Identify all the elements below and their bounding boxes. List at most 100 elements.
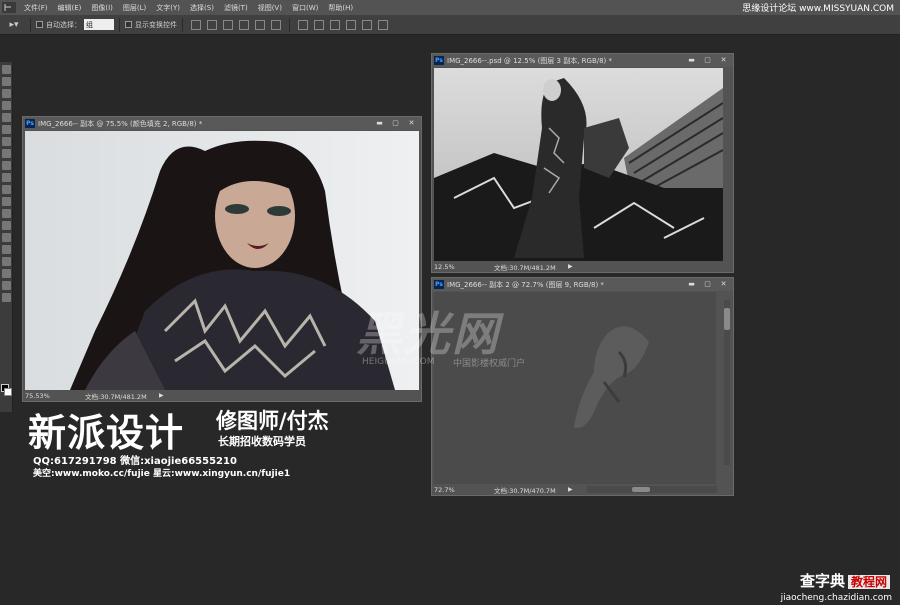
menu-type[interactable]: 文字(Y): [151, 3, 185, 13]
maximize-button[interactable]: ▢: [701, 279, 714, 289]
maximize-button[interactable]: ▢: [389, 118, 402, 128]
footer-logo-text: 查字典: [799, 572, 845, 590]
scrollbar-thumb[interactable]: [724, 308, 730, 330]
zoom-level[interactable]: 75.53%: [25, 392, 55, 400]
align-vcenter-icon[interactable]: [207, 19, 217, 30]
align-left-icon[interactable]: [239, 19, 249, 30]
document-size: 文档:30.7M/481.2M: [494, 263, 556, 272]
distribute-hcenter-icon[interactable]: [362, 19, 372, 30]
promo-subtitle: 长期招收数码学员: [218, 435, 306, 448]
align-bottom-icon[interactable]: [223, 19, 233, 30]
align-right-icon[interactable]: [271, 19, 281, 30]
minimize-button[interactable]: ▬: [685, 279, 698, 289]
zoom-tool-icon[interactable]: [2, 293, 11, 302]
brush-tool-icon[interactable]: [2, 149, 11, 158]
maximize-button[interactable]: ▢: [701, 55, 714, 65]
ps-doc-icon: Ps: [434, 56, 444, 65]
menu-filter[interactable]: 滤镜(T): [219, 3, 253, 13]
menu-image[interactable]: 图像(I): [86, 3, 118, 13]
distribute-bottom-icon[interactable]: [330, 19, 340, 30]
divider: [182, 17, 183, 32]
footer-url: jiaocheng.chazidian.com: [780, 593, 892, 603]
bw-scene-photo: [434, 68, 723, 262]
ps-doc-icon: Ps: [25, 119, 35, 128]
promo-role: 修图师/付杰: [216, 409, 329, 433]
document-size: 文档:30.7M/481.2M: [85, 392, 147, 401]
blur-tool-icon[interactable]: [2, 209, 11, 218]
status-menu-arrow-icon[interactable]: ▶: [159, 392, 164, 399]
zoom-level[interactable]: 72.7%: [434, 486, 464, 494]
minimize-button[interactable]: ▬: [685, 55, 698, 65]
options-bar: ▸▾ 自动选择： 组 显示变换控件: [0, 15, 900, 35]
window-statusbar: 12.5% 文档:30.7M/481.2M ▶: [432, 261, 733, 272]
clone-stamp-tool-icon[interactable]: [2, 161, 11, 170]
distribute-right-icon[interactable]: [378, 19, 388, 30]
watermark-tagline: 中国影楼权威门户: [453, 359, 526, 369]
shape-tool-icon[interactable]: [2, 269, 11, 278]
window-title: IMG_2666--.psd @ 12.5% (图层 3 副本, RGB/8) …: [447, 56, 613, 65]
menu-select[interactable]: 选择(S): [185, 3, 219, 13]
status-menu-arrow-icon[interactable]: ▶: [568, 263, 573, 270]
eraser-tool-icon[interactable]: [2, 185, 11, 194]
align-top-icon[interactable]: [191, 19, 201, 30]
gradient-tool-icon[interactable]: [2, 197, 11, 206]
divider: [289, 17, 290, 32]
window-titlebar[interactable]: Ps IMG_2666-- 副本 2 @ 72.7% (图层 9, RGB/8)…: [432, 278, 733, 291]
close-button[interactable]: ✕: [717, 55, 730, 65]
window-statusbar: 75.53% 文档:30.7M/481.2M ▶: [23, 390, 421, 401]
marquee-tool-icon[interactable]: [2, 77, 11, 86]
background-color-swatch[interactable]: [4, 388, 12, 396]
auto-select-label: 自动选择：: [46, 20, 81, 29]
menu-edit[interactable]: 编辑(E): [53, 3, 87, 13]
document-canvas[interactable]: [434, 68, 723, 262]
auto-select-checkbox[interactable]: [36, 21, 43, 28]
status-menu-arrow-icon[interactable]: ▶: [568, 486, 573, 493]
close-button[interactable]: ✕: [717, 279, 730, 289]
menu-bar: 文件(F) 编辑(E) 图像(I) 图层(L) 文字(Y) 选择(S) 滤镜(T…: [0, 0, 900, 15]
site-brand: 思缘设计论坛 www.MISSYUAN.COM: [742, 4, 894, 14]
minimize-button[interactable]: ▬: [373, 118, 386, 128]
align-hcenter-icon[interactable]: [255, 19, 265, 30]
path-select-tool-icon[interactable]: [2, 257, 11, 266]
menu-file[interactable]: 文件(F): [19, 3, 53, 13]
menu-layer[interactable]: 图层(L): [118, 3, 151, 13]
watermark-url: HEIGUANG.COM: [362, 357, 435, 367]
promo-title: 新派设计: [28, 411, 185, 455]
quick-select-tool-icon[interactable]: [2, 101, 11, 110]
distribute-top-icon[interactable]: [298, 19, 308, 30]
show-transform-label: 显示变换控件: [135, 20, 177, 29]
distribute-vcenter-icon[interactable]: [314, 19, 324, 30]
crop-tool-icon[interactable]: [2, 113, 11, 122]
window-title: IMG_2666-- 副本 2 @ 72.7% (图层 9, RGB/8) *: [447, 280, 604, 289]
close-button[interactable]: ✕: [405, 118, 418, 128]
divider: [119, 17, 120, 32]
move-tool-icon[interactable]: [1, 1, 17, 14]
healing-brush-tool-icon[interactable]: [2, 137, 11, 146]
zoom-level[interactable]: 12.5%: [434, 263, 464, 271]
divider: [30, 17, 31, 32]
footer-logo-badge: 教程网: [847, 575, 890, 589]
menu-window[interactable]: 窗口(W): [287, 3, 323, 13]
history-brush-tool-icon[interactable]: [2, 173, 11, 182]
tool-preset-picker[interactable]: ▸▾: [3, 18, 25, 32]
scrollbar-thumb[interactable]: [632, 487, 650, 492]
horizontal-scrollbar[interactable]: [587, 486, 717, 493]
eyedropper-tool-icon[interactable]: [2, 125, 11, 134]
type-tool-icon[interactable]: [2, 245, 11, 254]
vertical-scrollbar[interactable]: [724, 300, 730, 465]
document-window-2[interactable]: Ps IMG_2666--.psd @ 12.5% (图层 3 副本, RGB/…: [431, 53, 734, 273]
lasso-tool-icon[interactable]: [2, 89, 11, 98]
dodge-tool-icon[interactable]: [2, 221, 11, 230]
promo-contact: QQ:617291798 微信:xiaojie66555210: [33, 456, 237, 467]
pen-tool-icon[interactable]: [2, 233, 11, 242]
auto-select-dropdown[interactable]: 组: [84, 19, 114, 30]
toolbox: [0, 62, 13, 412]
promo-websites: 美空:www.moko.cc/fujie 星云:www.xingyun.cn/f…: [33, 469, 291, 479]
menu-view[interactable]: 视图(V): [253, 3, 287, 13]
menu-help[interactable]: 帮助(H): [323, 3, 358, 13]
window-titlebar[interactable]: Ps IMG_2666-- 副本 @ 75.5% (颜色填充 2, RGB/8)…: [23, 117, 421, 130]
distribute-left-icon[interactable]: [346, 19, 356, 30]
hand-tool-icon[interactable]: [2, 281, 11, 290]
show-transform-checkbox[interactable]: [125, 21, 132, 28]
move-tool-icon[interactable]: [2, 65, 11, 74]
